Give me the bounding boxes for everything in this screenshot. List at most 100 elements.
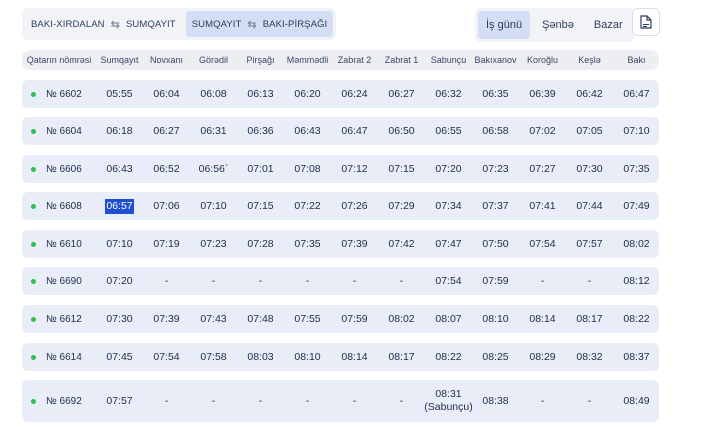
time-cell: 06:57 bbox=[96, 192, 143, 220]
time-cell: 08:12 bbox=[613, 267, 660, 295]
table-row: № 6610 07:10 07:19 07:23 07:28 07:35 07:39 07:4… bbox=[22, 230, 659, 258]
route-from: BAKI-XIRDALAN bbox=[31, 18, 105, 30]
day-tab-1[interactable]: Şənbə bbox=[534, 11, 582, 39]
time-cell: 08:03 bbox=[237, 343, 284, 371]
time-cell: 07:39 bbox=[143, 305, 190, 333]
time-cell: 07:55 bbox=[284, 305, 331, 333]
time-cell: 06:18 bbox=[96, 117, 143, 145]
time-cell: 08:17 bbox=[378, 343, 425, 371]
time-cell: 06:47 bbox=[331, 117, 378, 145]
table-row: № 6612 07:30 07:39 07:43 07:48 07:55 07:59 08:0… bbox=[22, 305, 659, 333]
day-tab-2[interactable]: Bazar bbox=[586, 11, 631, 39]
time-value: 07:12 bbox=[341, 162, 368, 175]
time-value: 08:10 bbox=[482, 312, 509, 325]
time-cell: - bbox=[190, 380, 237, 422]
train-number-cell: № 6604 bbox=[22, 117, 96, 145]
time-value: - bbox=[258, 274, 263, 287]
time-value: 07:01 bbox=[247, 162, 274, 175]
train-number: № 6604 bbox=[46, 125, 82, 137]
time-cell: 07:54 bbox=[143, 343, 190, 371]
time-value: 06:35 bbox=[482, 87, 509, 100]
time-cell: 07:58 bbox=[190, 343, 237, 371]
time-value: 08:12 bbox=[623, 274, 650, 287]
time-cell: 07:44 bbox=[566, 192, 613, 220]
time-value: 07:57 bbox=[576, 237, 603, 250]
table-row: № 6614 07:45 07:54 07:58 08:03 08:10 08:14 08:1… bbox=[22, 343, 659, 371]
time-value: 07:02 bbox=[529, 124, 556, 137]
time-cell: 06:56` bbox=[190, 155, 237, 183]
time-value: 07:20 bbox=[435, 162, 462, 175]
time-value: 07:10 bbox=[200, 199, 227, 212]
time-value: 07:29 bbox=[388, 199, 415, 212]
time-value: 07:05 bbox=[576, 124, 603, 137]
time-value: 08:17 bbox=[388, 350, 415, 363]
time-value: 07:39 bbox=[341, 237, 368, 250]
time-cell: 08:22 bbox=[425, 343, 472, 371]
time-cell: 08:17 bbox=[566, 305, 613, 333]
time-value: - bbox=[211, 274, 216, 287]
time-value: 07:43 bbox=[200, 312, 227, 325]
time-value: 07:47 bbox=[435, 237, 462, 250]
time-cell: 07:54 bbox=[425, 267, 472, 295]
table-header: Qatarın nömrəsi Sumqayıt Novxanı Görədil Pir… bbox=[22, 50, 659, 70]
table-row: № 6604 06:18 06:27 06:31 06:36 06:43 06:47 06:5… bbox=[22, 117, 659, 145]
time-cell: 08:38 bbox=[472, 380, 519, 422]
route-tab-0[interactable]: BAKI-XIRDALAN ⇆ SUMQAYIT bbox=[25, 11, 182, 37]
train-number-cell: № 6606 bbox=[22, 155, 96, 183]
time-cell: 05:55 bbox=[96, 80, 143, 108]
time-cell: 06:58 bbox=[472, 117, 519, 145]
time-cell: 08:14 bbox=[519, 305, 566, 333]
column-header: Sumqayıt bbox=[100, 54, 139, 65]
time-cell: 08:49 bbox=[613, 380, 660, 422]
time-value: 07:35 bbox=[294, 237, 321, 250]
time-cell: 07:37 bbox=[472, 192, 519, 220]
route-tab-1[interactable]: SUMQAYIT ⇆ BAKI-PİRŞAĞI bbox=[185, 11, 334, 37]
time-value: 06:43 bbox=[294, 124, 321, 137]
time-cell: 07:30 bbox=[566, 155, 613, 183]
time-value: 07:20 bbox=[106, 274, 133, 287]
file-pdf-icon bbox=[640, 15, 652, 29]
train-number: № 6606 bbox=[46, 163, 82, 175]
time-cell: 08:10 bbox=[284, 343, 331, 371]
time-value: 07:45 bbox=[106, 350, 133, 363]
column-header: Məmmədli bbox=[286, 54, 329, 65]
time-cell: 07:35 bbox=[613, 155, 660, 183]
time-value: 08:02 bbox=[388, 312, 415, 325]
time-value: 07:58 bbox=[200, 350, 227, 363]
time-value: - bbox=[540, 274, 545, 287]
time-cell: 06:55 bbox=[425, 117, 472, 145]
time-cell: 07:59 bbox=[331, 305, 378, 333]
time-value: 07:28 bbox=[247, 237, 274, 250]
time-value: 06:55 bbox=[435, 124, 462, 137]
day-tab-0[interactable]: İş günü bbox=[478, 11, 531, 39]
swap-arrows-icon: ⇆ bbox=[247, 18, 257, 31]
time-cell: 06:13 bbox=[237, 80, 284, 108]
column-header: Zabrat 2 bbox=[337, 54, 372, 65]
train-number: № 6612 bbox=[46, 313, 82, 325]
train-number-cell: № 6612 bbox=[22, 305, 96, 333]
time-value: 08:31 (Sabunçu) bbox=[424, 388, 473, 413]
time-cell: 07:20 bbox=[425, 155, 472, 183]
time-value: 06:32 bbox=[435, 87, 462, 100]
time-value: 07:10 bbox=[106, 237, 133, 250]
time-cell: 07:20 bbox=[96, 267, 143, 295]
time-cell: 07:50 bbox=[472, 230, 519, 258]
time-cell: 07:41 bbox=[519, 192, 566, 220]
time-cell: 08:10 bbox=[472, 305, 519, 333]
time-value: 07:27 bbox=[529, 162, 556, 175]
time-cell: - bbox=[378, 267, 425, 295]
route-from: SUMQAYIT bbox=[191, 18, 242, 30]
time-cell: - bbox=[143, 267, 190, 295]
time-value: - bbox=[258, 394, 263, 407]
time-cell: - bbox=[378, 380, 425, 422]
route-tabs: BAKI-XIRDALAN ⇆ SUMQAYIT SUMQAYIT ⇆ BAKI-PİRŞ… bbox=[22, 8, 337, 40]
status-dot-icon bbox=[31, 128, 36, 134]
download-pdf-button[interactable] bbox=[632, 8, 660, 36]
time-cell: 08:14 bbox=[331, 343, 378, 371]
time-cell: 07:10 bbox=[613, 117, 660, 145]
time-cell: 07:49 bbox=[613, 192, 660, 220]
time-cell: 06:42 bbox=[566, 80, 613, 108]
time-cell: - bbox=[237, 380, 284, 422]
time-value: 07:44 bbox=[576, 199, 603, 212]
time-cell: 07:43 bbox=[190, 305, 237, 333]
